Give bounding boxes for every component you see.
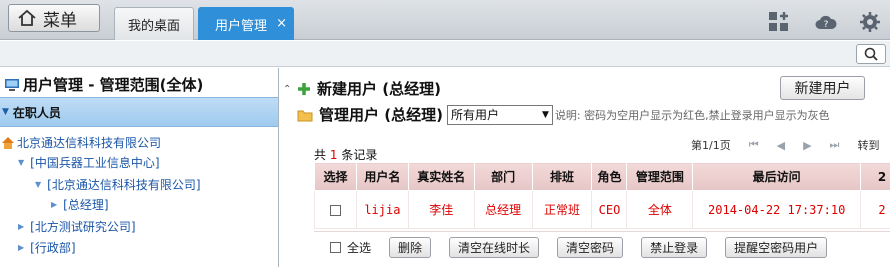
panel-title: 用户管理 - 管理范围(全体): [4, 74, 203, 95]
menu-button[interactable]: 菜单: [8, 4, 100, 32]
select-all[interactable]: 全选: [330, 239, 371, 256]
tab-user-management[interactable]: 用户管理 ×: [198, 7, 294, 40]
tree-node-admin-dept[interactable]: ▶ [行政部]: [18, 239, 76, 256]
row-checkbox[interactable]: [329, 204, 341, 216]
tree-node-north-testing[interactable]: ▶ [北方测试研究公司]: [18, 218, 136, 235]
tree-node-label: 北京通达信科科技有限公司: [17, 136, 162, 150]
plus-icon: [298, 82, 310, 95]
top-bar: 菜单 我的桌面 用户管理 × ?: [0, 0, 890, 40]
shift-cell: 正常班: [531, 190, 593, 229]
real-name-cell: 李佳: [407, 190, 475, 229]
page-indicator: 第1/1页: [691, 139, 731, 152]
column-header[interactable]: 用户名: [355, 162, 409, 191]
column-header: 选择: [314, 162, 357, 191]
home-icon: [2, 137, 14, 149]
column-header[interactable]: 真实姓名: [407, 162, 475, 191]
row-checkbox-cell: [314, 190, 357, 229]
new-user-button[interactable]: 新建用户: [780, 76, 865, 100]
panel-title-text: 用户管理 - 管理范围(全体): [23, 76, 204, 94]
prev-page-icon[interactable]: ◀: [777, 139, 785, 152]
tree-node-label: [北京通达信科科技有限公司]: [47, 178, 201, 192]
tab-desktop[interactable]: 我的桌面: [114, 7, 194, 40]
table-header: 选择 用户名 真实姓名 部门 排班 角色 管理范围 最后访问 2: [314, 162, 890, 191]
scope-cell: 全体: [626, 190, 694, 229]
close-icon[interactable]: ×: [276, 16, 287, 31]
column-header[interactable]: 2: [860, 162, 890, 191]
chevron-right-icon: ▶: [51, 200, 58, 209]
remind-empty-password-button[interactable]: 提醒空密码用户: [725, 237, 828, 258]
tree-node-label: [行政部]: [30, 241, 76, 255]
tree-node-subcompany[interactable]: ▼ [北京通达信科科技有限公司]: [35, 176, 201, 193]
column-header[interactable]: 最后访问: [692, 162, 862, 191]
chevron-right-icon: ▶: [18, 222, 25, 231]
manage-heading-text: 管理用户 (总经理): [319, 106, 443, 124]
select-all-checkbox[interactable]: [330, 242, 341, 253]
chevron-down-icon: ▼: [2, 107, 9, 117]
manage-user-heading: 管理用户 (总经理) 所有用户 ▼ 说明: 密码为空用户显示为红色,禁止登录用户…: [297, 104, 830, 125]
org-tree-panel: 用户管理 - 管理范围(全体) ▼ 在职人员 北京通达信科科技有限公司 ▼ [中…: [0, 68, 279, 267]
chevron-right-icon: ▶: [18, 243, 25, 252]
user-filter-select[interactable]: 所有用户 ▼: [446, 104, 553, 125]
last-visit-cell: 2014-04-22 17:37:10: [692, 190, 862, 229]
column-header[interactable]: 排班: [531, 162, 593, 191]
section-label: 在职人员: [12, 105, 61, 120]
clear-online-time-button[interactable]: 清空在线时长: [449, 237, 540, 258]
new-user-heading: 新建用户 (总经理): [297, 78, 441, 99]
chevron-down-icon: ▼: [542, 109, 549, 120]
tree-node-general-manager[interactable]: ▶ [总经理]: [51, 196, 109, 213]
last-page-icon[interactable]: ⏭: [830, 138, 840, 152]
chevron-up-icon[interactable]: ⌃: [283, 84, 291, 95]
hint-text: 说明: 密码为空用户显示为红色,禁止登录用户显示为灰色: [554, 108, 830, 122]
tree-node-label: [北方测试研究公司]: [30, 220, 136, 234]
tab-label: 用户管理: [215, 18, 268, 34]
grid-add-icon[interactable]: [767, 10, 791, 34]
tree-node-label: [总经理]: [63, 198, 109, 212]
tree-node-company[interactable]: 北京通达信科科技有限公司: [1, 134, 161, 151]
column-header[interactable]: 角色: [591, 162, 628, 191]
chevron-down-icon: ▼: [35, 180, 42, 189]
user-management-panel: ⌃ 新建用户 (总经理) 新建用户 管理用户 (总经理) 所有用户 ▼ 说明: …: [281, 68, 890, 267]
computer-icon: [5, 78, 19, 91]
bulk-action-bar: 全选 删除 清空在线时长 清空密码 禁止登录 提醒空密码用户: [314, 231, 890, 263]
user-table: 选择 用户名 真实姓名 部门 排班 角色 管理范围 最后访问 2 lijia 李…: [314, 162, 890, 229]
next-page-icon[interactable]: ▶: [803, 139, 811, 152]
chevron-down-icon: ▼: [18, 158, 25, 167]
delete-button[interactable]: 删除: [389, 237, 432, 258]
search-icon: [864, 47, 878, 61]
username-cell[interactable]: lijia: [355, 190, 409, 229]
extra-cell: 2: [860, 190, 890, 229]
tree-node-center[interactable]: ▼ [中国兵器工业信息中心]: [18, 154, 160, 171]
section-active-staff[interactable]: ▼ 在职人员: [0, 97, 278, 127]
record-count: 共 1 条记录: [314, 146, 377, 163]
count-value: 1: [329, 148, 338, 162]
gear-icon[interactable]: [858, 10, 882, 34]
pagination: 第1/1页 ⏮ ◀ ▶ ⏭ 转到: [691, 137, 879, 153]
tab-label: 我的桌面: [127, 18, 180, 34]
toolbar-strip: [0, 41, 890, 67]
svg-text:?: ?: [824, 20, 829, 30]
disable-login-button[interactable]: 禁止登录: [641, 237, 708, 258]
menu-label: 菜单: [43, 10, 77, 31]
count-suffix: 条记录: [341, 148, 378, 162]
select-value: 所有用户: [450, 108, 499, 122]
tree-node-label: [中国兵器工业信息中心]: [30, 156, 160, 170]
column-header[interactable]: 管理范围: [626, 162, 694, 191]
goto-label[interactable]: 转到: [857, 137, 879, 153]
count-prefix: 共: [314, 148, 327, 162]
new-user-heading-text: 新建用户 (总经理): [317, 80, 441, 98]
clear-password-button[interactable]: 清空密码: [557, 237, 624, 258]
first-page-icon[interactable]: ⏮: [749, 138, 759, 152]
search-button[interactable]: [856, 44, 886, 64]
table-row[interactable]: lijia 李佳 总经理 正常班 CEO 全体 2014-04-22 17:37…: [314, 190, 890, 229]
home-icon: [18, 9, 36, 26]
select-all-label: 全选: [347, 241, 372, 255]
role-cell: CEO: [591, 190, 628, 229]
folder-icon: [297, 110, 313, 121]
help-cloud-icon[interactable]: ?: [814, 10, 838, 34]
department-cell: 总经理: [473, 190, 533, 229]
column-header[interactable]: 部门: [473, 162, 533, 191]
